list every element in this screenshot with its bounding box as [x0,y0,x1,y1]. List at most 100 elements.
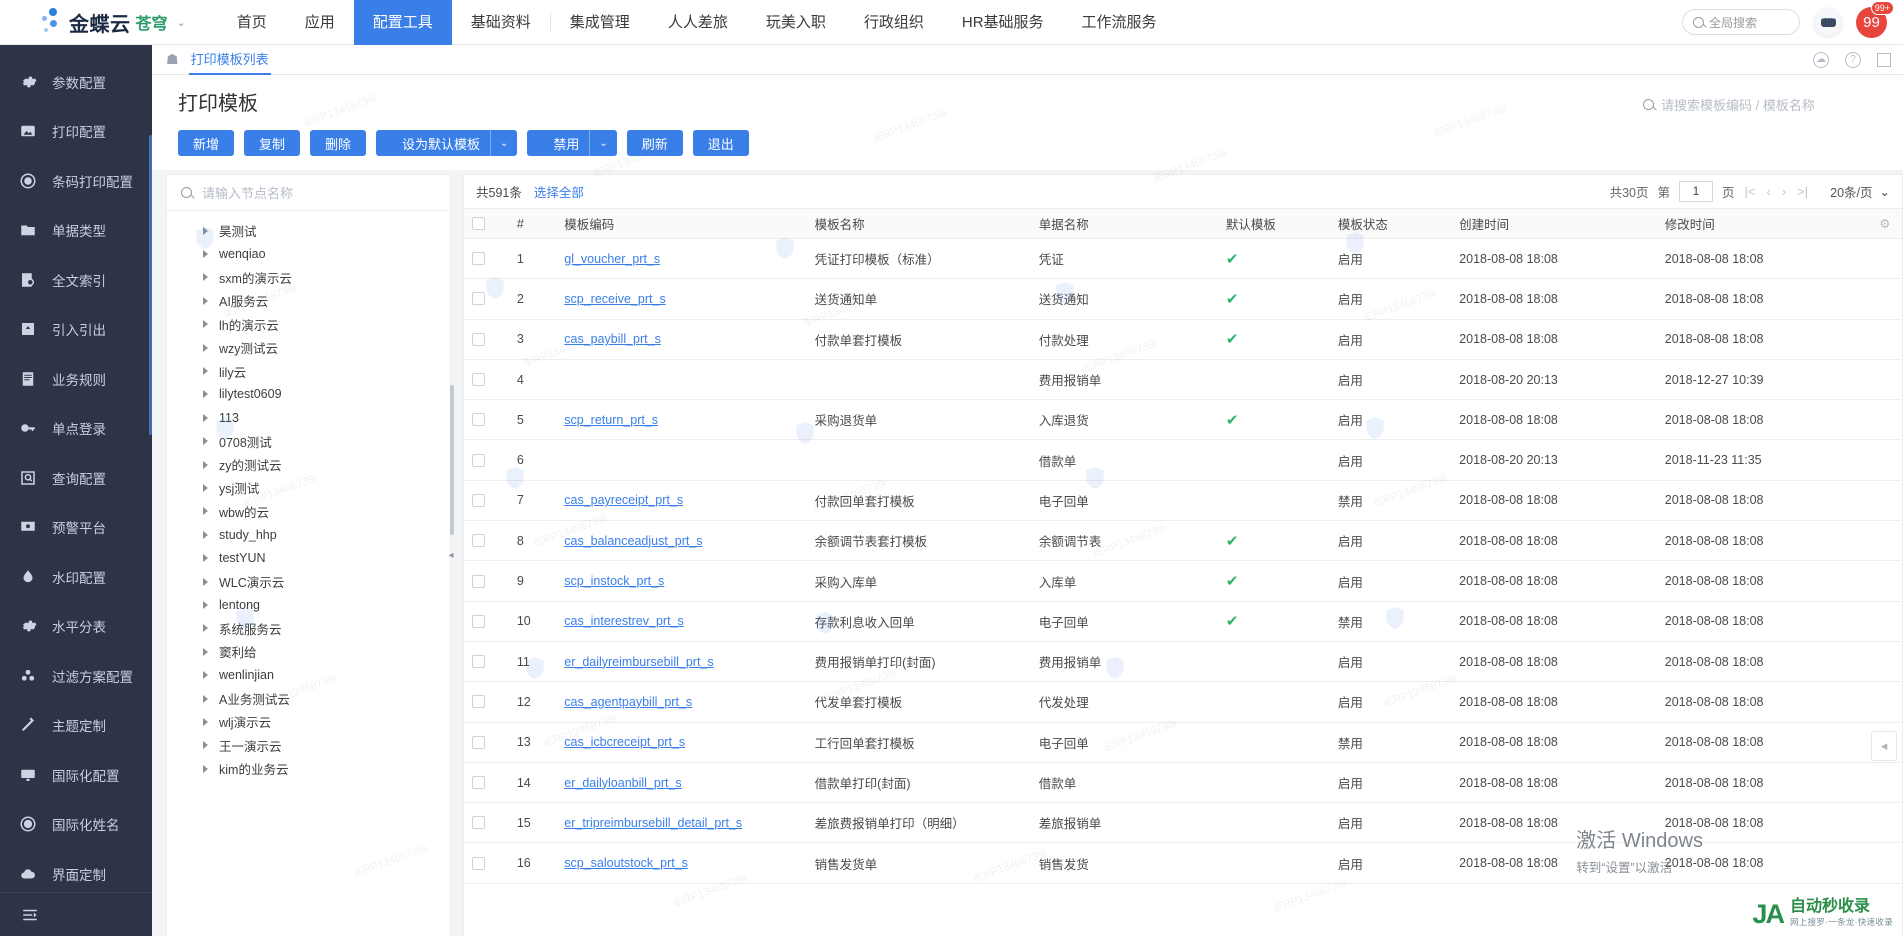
sidebar-item-business-rule[interactable]: 业务规则 [0,354,152,404]
template-code-link[interactable]: er_tripreimbursebill_detail_prt_s [564,816,742,830]
template-code-link[interactable]: cas_paybill_prt_s [564,332,661,346]
template-code-link[interactable]: cas_balanceadjust_prt_s [564,534,702,548]
disable-button[interactable]: 禁用 ⌄ [527,130,617,156]
sidebar-item-print-config[interactable]: 打印配置 [0,107,152,157]
column-create-time[interactable]: 创建时间 [1451,208,1657,239]
tree-node[interactable]: wbw的云 [167,500,450,523]
row-checkbox[interactable] [464,601,509,642]
home-icon[interactable]: ☗ [166,51,179,68]
chevron-right-icon[interactable] [203,507,208,516]
column-template-code[interactable]: 模板编码 [556,208,807,239]
tree-node[interactable]: 系统服务云 [167,617,450,640]
checkbox-icon[interactable] [472,217,485,230]
row-checkbox[interactable] [464,681,509,723]
tree-node[interactable]: AI服务云 [167,289,450,312]
checkbox-icon[interactable] [472,614,485,628]
table-row[interactable]: 4 费用报销单 启用 2018-08-20 20:13 2018-12-27 1… [464,359,1902,401]
row-checkbox[interactable] [464,560,509,602]
row-checkbox[interactable] [464,480,509,522]
tree-node[interactable]: testYUN [167,546,450,569]
sidebar-item-query-config[interactable]: 查询配置 [0,453,152,503]
template-code-link[interactable]: cas_agentpaybill_prt_s [564,695,692,709]
chevron-right-icon[interactable] [203,226,208,235]
checkbox-icon[interactable] [472,735,485,749]
row-checkbox[interactable] [464,359,509,401]
checkbox-icon[interactable] [472,252,485,266]
column-index[interactable]: # [508,208,557,239]
table-row[interactable]: 12 cas_agentpaybill_prt_s 代发单套打模板 代发处理 启… [464,681,1902,723]
checkbox-icon[interactable] [472,413,485,427]
table-row[interactable]: 2 scp_receive_prt_s 送货通知单 送货通知 ✔ 启用 2018… [464,278,1902,320]
user-avatar[interactable]: 99 99+ [1856,0,1894,38]
tree-node[interactable]: kim的业务云 [167,757,450,780]
tree-node[interactable]: wenqiao [167,242,450,265]
chevron-right-icon[interactable] [203,600,208,609]
chevron-right-icon[interactable] [203,554,208,563]
select-all-checkbox-header[interactable] [464,208,509,239]
chevron-right-icon[interactable] [203,273,208,282]
row-checkbox[interactable] [464,319,509,360]
table-row[interactable]: 8 cas_balanceadjust_prt_s 余额调节表套打模板 余额调节… [464,520,1902,562]
sidebar-item-i18n-name[interactable]: 国际化姓名 [0,800,152,850]
chevron-right-icon[interactable] [203,717,208,726]
checkbox-icon[interactable] [472,856,485,870]
chevron-down-icon[interactable]: ⌄ [590,138,616,149]
nav-item-integration[interactable]: 集成管理 [551,0,649,45]
chevron-right-icon[interactable] [203,624,208,633]
set-default-template-button[interactable]: 设为默认模板 ⌄ [376,130,518,156]
sidebar-item-fulltext-index[interactable]: 全文索引 [0,255,152,305]
tree-node[interactable]: sxm的演示云 [167,266,450,289]
row-checkbox[interactable] [464,439,509,481]
table-row[interactable]: 7 cas_payreceipt_prt_s 付款回单套打模板 电子回单 禁用 … [464,480,1902,522]
template-code-link[interactable]: cas_interestrev_prt_s [564,614,684,628]
row-checkbox[interactable] [464,238,509,280]
page-size-selector[interactable]: 20条/页 ⌄ [1830,182,1890,201]
column-default-template[interactable]: 默认模板 [1217,208,1330,239]
chevron-right-icon[interactable] [203,367,208,376]
nav-item-hr-service[interactable]: HR基础服务 [943,0,1063,45]
template-code-link[interactable]: cas_payreceipt_prt_s [564,493,683,507]
first-page-icon[interactable]: |< [1744,184,1757,199]
checkbox-icon[interactable] [472,816,485,830]
sidebar-item-theme-customization[interactable]: 主题定制 [0,701,152,751]
global-search-box[interactable]: 全局搜索 [1682,9,1800,35]
sidebar-item-sso[interactable]: 单点登录 [0,404,152,454]
tree-node[interactable]: zy的测试云 [167,453,450,476]
prev-page-icon[interactable]: ‹ [1765,184,1771,199]
checkbox-icon[interactable] [472,332,485,346]
template-search-box[interactable]: 请搜索模板编码 / 模板名称 [1643,95,1873,118]
chevron-right-icon[interactable] [203,741,208,750]
checkbox-icon[interactable] [472,292,485,306]
table-row[interactable]: 10 cas_interestrev_prt_s 存款利息收入回单 电子回单 ✔… [464,601,1902,642]
checkbox-icon[interactable] [472,534,485,548]
chevron-right-icon[interactable] [203,764,208,773]
row-checkbox[interactable] [464,802,509,844]
checkbox-icon[interactable] [472,776,485,789]
row-checkbox[interactable] [464,722,509,763]
tree-scrollbar[interactable] [450,385,454,535]
sidebar-item-i18n-config[interactable]: 国际化配置 [0,750,152,800]
column-settings-icon[interactable]: ⚙ [1867,208,1902,239]
template-code-link[interactable]: scp_receive_prt_s [564,292,665,306]
row-checkbox[interactable] [464,278,509,320]
cloud-status-icon[interactable]: ☁ [1813,51,1829,68]
tree-node[interactable]: study_hhp [167,523,450,546]
table-row[interactable]: 14 er_dailyloanbill_prt_s 借款单打印(封面) 借款单 … [464,762,1902,804]
select-all-link[interactable]: 选择全部 [534,182,584,201]
row-checkbox[interactable] [464,520,509,562]
tree-node[interactable]: ysj测试 [167,476,450,499]
table-row[interactable]: 3 cas_paybill_prt_s 付款单套打模板 付款处理 ✔ 启用 20… [464,319,1902,360]
page-number-input[interactable]: 1 [1678,181,1713,202]
next-page-icon[interactable]: › [1781,184,1787,199]
table-row[interactable]: 5 scp_return_prt_s 采购退货单 入库退货 ✔ 启用 2018-… [464,399,1902,441]
checkbox-icon[interactable] [472,574,485,588]
chevron-down-icon[interactable]: ⌄ [177,16,186,29]
table-row[interactable]: 6 借款单 启用 2018-08-20 20:13 2018-11-23 11:… [464,439,1902,481]
template-code-link[interactable]: scp_saloutstock_prt_s [564,856,688,870]
template-code-link[interactable]: scp_return_prt_s [564,413,658,427]
chevron-right-icon[interactable] [203,647,208,656]
brand-logo[interactable]: 金蝶云 苍穹 ⌄ [0,7,196,37]
tree-node[interactable]: A业务测试云 [167,687,450,710]
tree-node[interactable]: WLC演示云 [167,570,450,593]
sidebar-item-filter-scheme-config[interactable]: 过滤方案配置 [0,651,152,701]
